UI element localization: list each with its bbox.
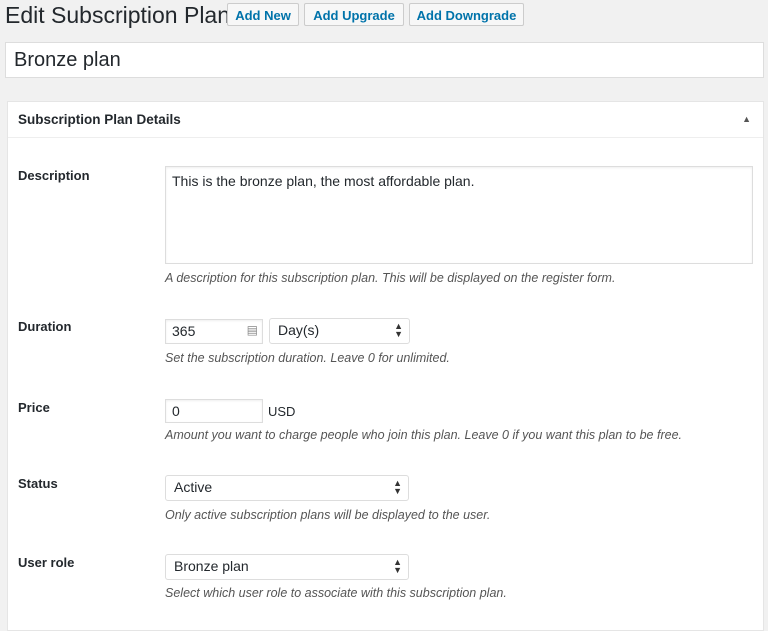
triangle-up-icon[interactable]: ▲ [742, 102, 751, 137]
description-textarea[interactable]: This is the bronze plan, the most afford… [165, 166, 753, 264]
add-upgrade-button[interactable]: Add Upgrade [304, 3, 404, 26]
page-title: Edit Subscription Plan [5, 2, 231, 28]
duration-label: Duration [18, 319, 72, 334]
plan-title-input[interactable]: Bronze plan [5, 42, 764, 78]
user-role-select[interactable]: Bronze plan ▲ ▼ [165, 554, 409, 580]
price-help: Amount you want to charge people who joi… [165, 428, 682, 442]
duration-value: 365 [172, 323, 196, 339]
select-arrows-icon: ▲ ▼ [394, 321, 403, 339]
user-role-label: User role [18, 555, 75, 570]
status-label: Status [18, 476, 58, 491]
duration-input[interactable]: 365 ▤ [165, 319, 263, 344]
add-new-button[interactable]: Add New [227, 3, 299, 26]
currency-label: USD [268, 404, 296, 419]
duration-unit-select[interactable]: Day(s) ▲ ▼ [269, 318, 410, 344]
price-input[interactable]: 0 [165, 399, 263, 423]
user-role-value: Bronze plan [174, 558, 249, 574]
duration-unit-value: Day(s) [278, 322, 320, 338]
select-arrows-icon: ▲ ▼ [393, 478, 402, 496]
status-value: Active [174, 479, 213, 495]
add-downgrade-button[interactable]: Add Downgrade [409, 3, 524, 26]
box-header[interactable]: Subscription Plan Details ▲ [8, 102, 763, 138]
duration-help: Set the subscription duration. Leave 0 f… [165, 351, 450, 365]
select-arrows-icon: ▲ ▼ [393, 557, 402, 575]
contact-card-icon: ▤ [246, 323, 258, 337]
status-help: Only active subscription plans will be d… [165, 508, 491, 522]
box-title: Subscription Plan Details [18, 112, 181, 127]
description-help: A description for this subscription plan… [165, 271, 616, 285]
price-label: Price [18, 400, 50, 415]
description-label: Description [18, 168, 90, 183]
status-select[interactable]: Active ▲ ▼ [165, 475, 409, 501]
user-role-help: Select which user role to associate with… [165, 586, 507, 600]
